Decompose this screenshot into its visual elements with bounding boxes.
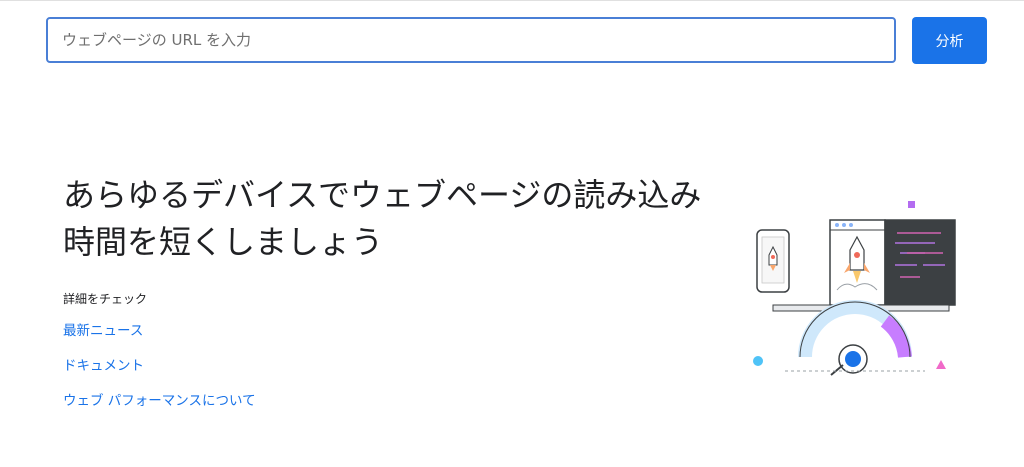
- confetti-circle-icon: [753, 356, 763, 366]
- confetti-triangle-icon: [936, 360, 946, 369]
- url-input[interactable]: [46, 17, 896, 63]
- rocket-speed-illustration: [753, 201, 956, 376]
- link-about-web-performance[interactable]: ウェブ パフォーマンスについて: [63, 389, 256, 409]
- confetti-square-icon: [908, 201, 915, 208]
- link-latest-news[interactable]: 最新ニュース: [63, 319, 143, 339]
- speed-gauge-icon: [785, 300, 925, 376]
- learn-more-heading: 詳細をチェック: [63, 292, 148, 306]
- phone-icon: [756, 229, 790, 293]
- analyze-button[interactable]: 分析: [912, 17, 987, 64]
- page-title: あらゆるデバイスでウェブページの読み込み時間を短くしましょう: [63, 176, 702, 261]
- top-divider: [0, 0, 1024, 1]
- browser-window-icon: [772, 219, 956, 312]
- link-documentation[interactable]: ドキュメント: [63, 354, 144, 374]
